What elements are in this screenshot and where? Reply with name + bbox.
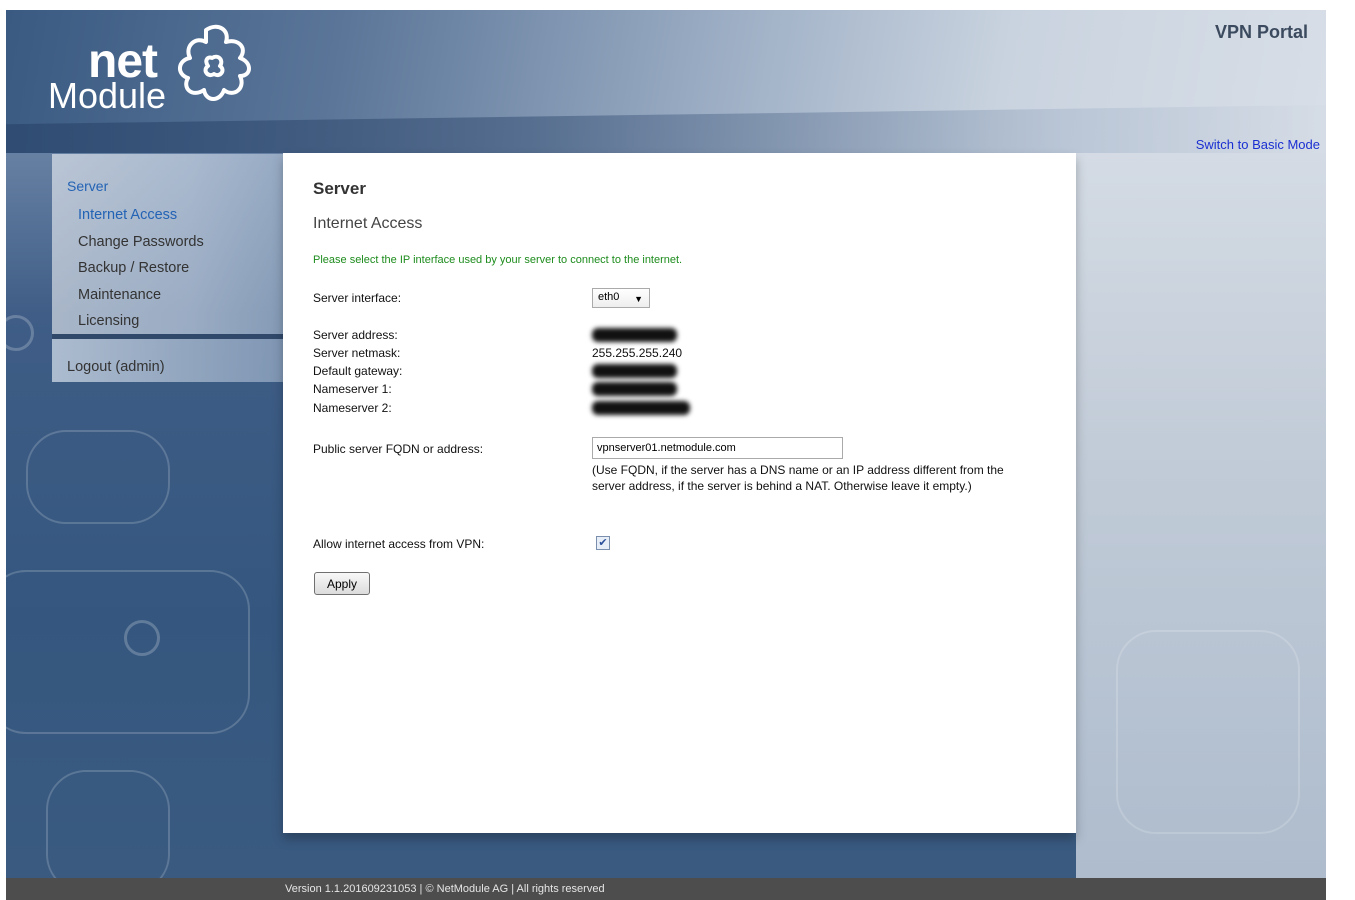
portal-title: VPN Portal (1214, 22, 1308, 42)
server-address-value: 78.47.100.246 (592, 328, 677, 342)
fqdn-hint: (Use FQDN, if the server has a DNS name … (592, 463, 1004, 493)
background-decoration (124, 620, 160, 656)
allow-vpn-label: Allow internet access from VPN: (313, 537, 485, 551)
server-interface-label: Server interface: (313, 291, 402, 305)
nameserver-1-value: 213.133.99.99 (592, 382, 677, 396)
background-decoration (6, 315, 34, 351)
footer: Version 1.1.201609231053 | © NetModule A… (6, 878, 1326, 900)
nameserver-2-label: Nameserver 2: (313, 401, 392, 415)
server-netmask-value: 255.255.255.240 (592, 346, 683, 360)
app-shell: net Module VPN Portal Switch to Basic Mo… (6, 10, 1326, 878)
sidebar-item-backup-restore[interactable]: Backup / Restore (78, 260, 189, 276)
page-subtitle: Internet Access (313, 215, 423, 232)
server-interface-value: eth0 (598, 291, 620, 303)
sidebar-item-internet-access[interactable]: Internet Access (78, 207, 177, 223)
default-gateway-label: Default gateway: (313, 364, 403, 378)
footer-text: Version 1.1.201609231053 | © NetModule A… (285, 883, 605, 895)
server-netmask-label: Server netmask: (313, 346, 401, 360)
chevron-down-icon: ▼ (634, 294, 643, 304)
logout-link[interactable]: Logout (admin) (67, 359, 165, 375)
nameserver-1-label: Nameserver 1: (313, 382, 392, 396)
nav-section-server[interactable]: Server (67, 178, 108, 194)
apply-button[interactable]: Apply (314, 572, 370, 595)
background-decoration (46, 770, 170, 878)
sidebar-item-change-passwords[interactable]: Change Passwords (78, 234, 204, 250)
background-decoration (1116, 630, 1300, 834)
background-decoration (26, 430, 170, 524)
background-decoration (6, 570, 250, 734)
main-content-panel: Server Internet Access Please select the… (283, 153, 1076, 833)
server-interface-select[interactable]: eth0 ▼ (592, 288, 650, 308)
intro-text: Please select the IP interface used by y… (313, 254, 683, 266)
sidebar-item-maintenance[interactable]: Maintenance (78, 287, 161, 303)
puzzle-icon (178, 24, 251, 101)
switch-basic-mode-link[interactable]: Switch to Basic Mode (1196, 137, 1320, 152)
sidebar-item-licensing[interactable]: Licensing (78, 313, 139, 329)
nameserver-2-value: 213.133.100.100 (592, 401, 691, 415)
allow-vpn-checkbox[interactable]: ✔ (596, 536, 610, 550)
page-title: Server (313, 179, 366, 198)
checkmark-icon: ✔ (598, 537, 608, 549)
fqdn-label: Public server FQDN or address: (313, 442, 484, 456)
default-gateway-value: 78.47.100.241 (592, 364, 677, 378)
server-address-label: Server address: (313, 328, 398, 342)
logo-module-text: Module (48, 75, 167, 116)
fqdn-input[interactable] (592, 437, 843, 459)
